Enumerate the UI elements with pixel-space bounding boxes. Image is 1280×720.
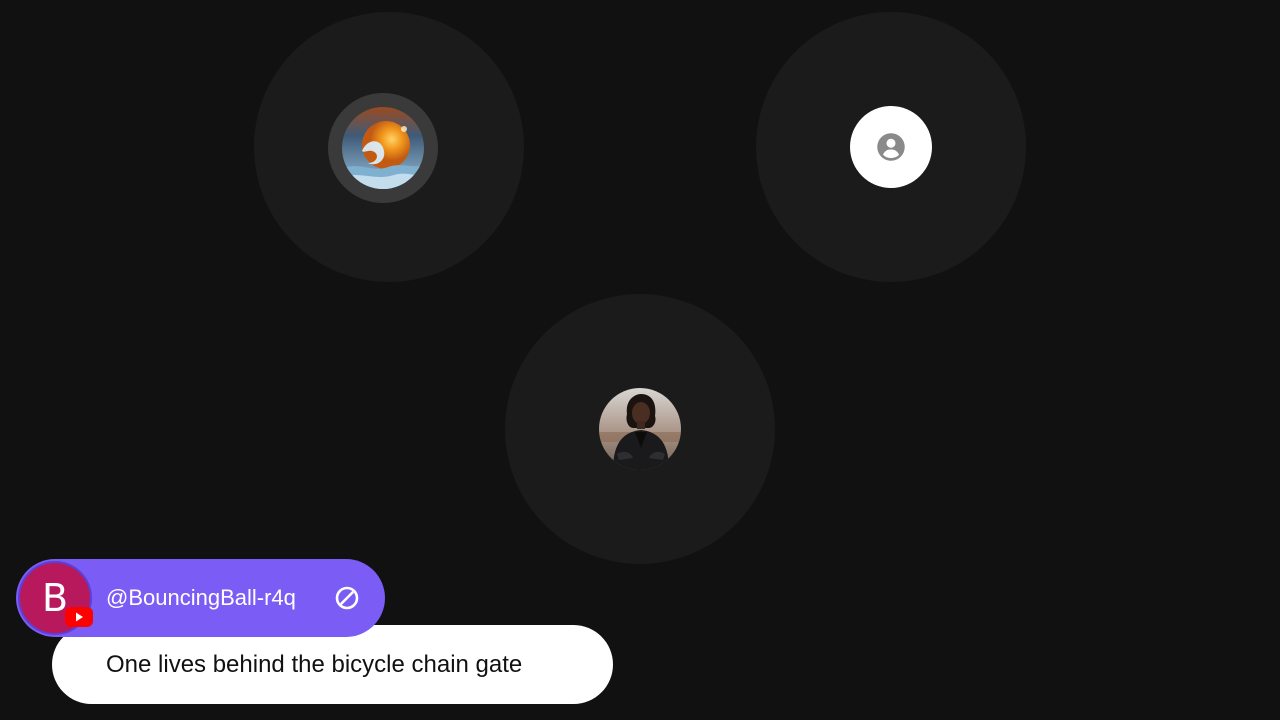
participant-tile[interactable] bbox=[505, 294, 775, 564]
participant-tile[interactable] bbox=[756, 12, 1026, 282]
speaking-ring bbox=[328, 93, 438, 203]
call-stage: One lives behind the bicycle chain gate … bbox=[0, 0, 1280, 720]
participant-avatar bbox=[850, 106, 932, 188]
youtube-icon bbox=[65, 607, 93, 627]
author-pill: B @BouncingBall-r4q bbox=[16, 559, 385, 637]
moderator-slash-icon bbox=[335, 586, 359, 610]
author-name: @BouncingBall-r4q bbox=[106, 585, 296, 610]
participant-avatar bbox=[599, 388, 681, 470]
participant-avatar bbox=[342, 107, 424, 189]
participant-tile[interactable] bbox=[254, 12, 524, 282]
message-text: One lives behind the bicycle chain gate bbox=[106, 650, 523, 678]
default-user-avatar-icon bbox=[877, 133, 905, 161]
